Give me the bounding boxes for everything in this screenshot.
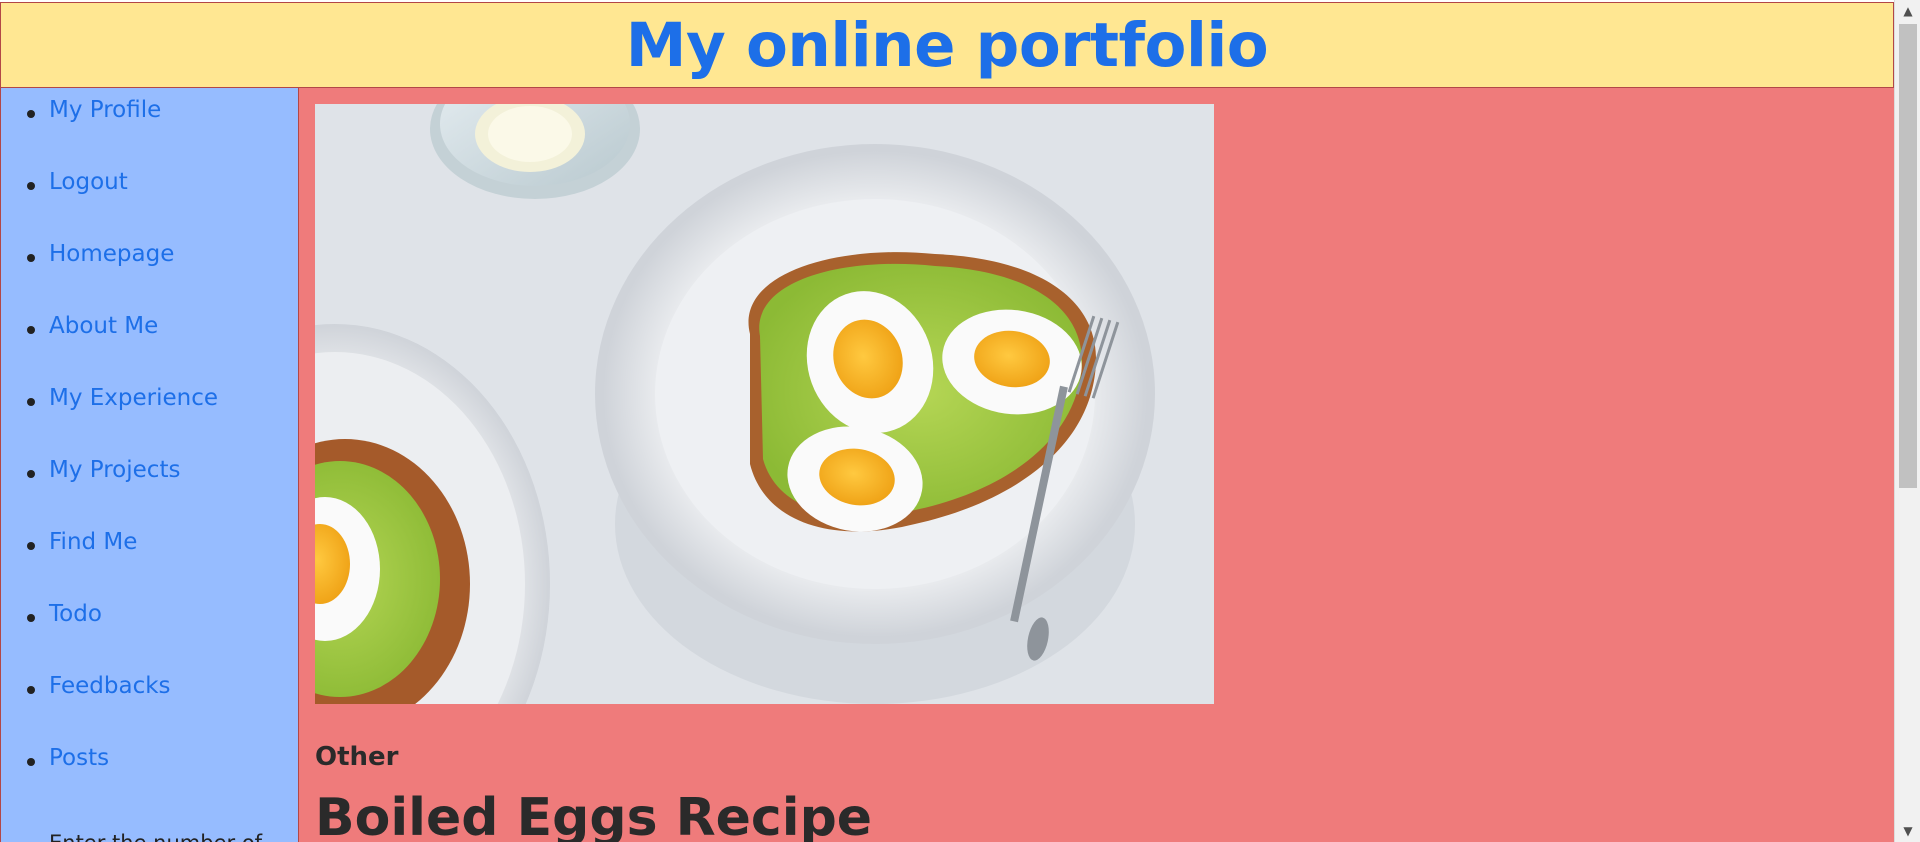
counter-prompt-text: Enter the number of (1, 830, 298, 842)
nav-link-my-projects[interactable]: My Projects (49, 456, 180, 486)
nav-link-posts[interactable]: Posts (49, 744, 109, 774)
post-title: Boiled Eggs Recipe (315, 788, 873, 842)
site-title: My online portfolio (625, 9, 1269, 81)
nav-link-feedbacks[interactable]: Feedbacks (49, 672, 171, 702)
nav-link-find-me[interactable]: Find Me (49, 528, 137, 558)
site-header: My online portfolio (0, 2, 1894, 88)
scroll-up-arrow-icon[interactable]: ▲ (1895, 0, 1920, 22)
nav-link-todo[interactable]: Todo (49, 600, 102, 630)
nav-link-about-me[interactable]: About Me (49, 312, 158, 342)
sidebar-item-my-profile: My Profile (1, 96, 298, 168)
scroll-thumb[interactable] (1899, 24, 1917, 488)
nav-link-my-experience[interactable]: My Experience (49, 384, 218, 414)
sidebar-item-posts: Posts (1, 744, 298, 816)
sidebar-item-find-me: Find Me (1, 528, 298, 600)
vertical-scrollbar[interactable]: ▲ ▼ (1894, 0, 1920, 842)
page: My online portfolio My Profile Logout Ho… (0, 0, 1920, 842)
sidebar-item-feedbacks: Feedbacks (1, 672, 298, 744)
sidebar-item-about-me: About Me (1, 312, 298, 384)
sidebar-item-todo: Todo (1, 600, 298, 672)
main-content: Other Boiled Eggs Recipe (299, 88, 1894, 842)
sidebar-nav: My Profile Logout Homepage About Me My E… (0, 88, 299, 842)
photo-avocado-toast-eggs-icon (315, 104, 1214, 704)
nav-link-logout[interactable]: Logout (49, 168, 128, 198)
scroll-down-arrow-icon[interactable]: ▼ (1895, 820, 1920, 842)
post-category: Other (315, 742, 399, 772)
sidebar-item-my-projects: My Projects (1, 456, 298, 528)
nav-list: My Profile Logout Homepage About Me My E… (1, 88, 298, 816)
nav-link-my-profile[interactable]: My Profile (49, 96, 161, 126)
nav-link-homepage[interactable]: Homepage (49, 240, 174, 270)
sidebar-item-homepage: Homepage (1, 240, 298, 312)
sidebar-item-logout: Logout (1, 168, 298, 240)
post-image (315, 104, 1214, 704)
sidebar-item-my-experience: My Experience (1, 384, 298, 456)
